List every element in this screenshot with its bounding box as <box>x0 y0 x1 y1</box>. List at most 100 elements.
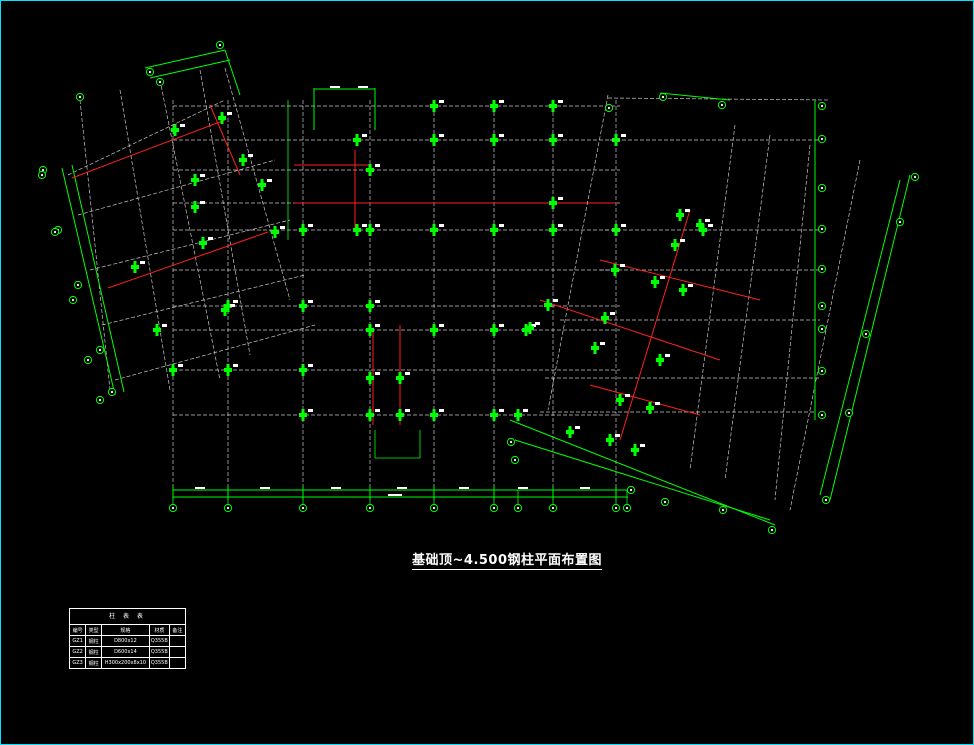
red-beam <box>71 119 226 179</box>
axis-bubble-mark <box>820 186 824 190</box>
steel-column-web <box>432 324 436 336</box>
steel-column-web <box>432 100 436 112</box>
dimension-text <box>459 487 469 489</box>
column-tag <box>535 322 540 325</box>
steel-column-web <box>223 304 227 316</box>
row-code: GZ2 <box>70 646 87 658</box>
column-tag <box>267 179 272 182</box>
axis-bubble-mark <box>53 230 57 234</box>
drawing-title: 基础顶~4.500钢柱平面布置图 <box>412 549 603 570</box>
steel-column-web <box>301 409 305 421</box>
row-note <box>168 657 185 668</box>
steel-column-web <box>226 364 230 376</box>
axis-line <box>689 124 736 471</box>
steel-column-web <box>173 124 177 136</box>
axis-line <box>224 67 291 301</box>
header-spec: 规格 <box>101 625 150 636</box>
axis-line <box>101 274 306 326</box>
column-tag <box>233 364 238 367</box>
steel-column-web <box>551 197 555 209</box>
steel-column-web <box>171 364 175 376</box>
axis-bubble-mark <box>720 103 724 107</box>
steel-column-web <box>618 394 622 406</box>
axis-bubble-mark <box>368 506 372 510</box>
axis-bubble-mark <box>492 506 496 510</box>
column-tag <box>439 224 444 227</box>
column-tag <box>558 100 563 103</box>
steel-column-web <box>568 426 572 438</box>
steel-column-web <box>551 100 555 112</box>
column-tag <box>200 201 205 204</box>
steel-column-web <box>355 134 359 146</box>
steel-column-web <box>492 324 496 336</box>
column-tag <box>499 100 504 103</box>
column-tag <box>615 434 620 437</box>
steel-column-web <box>528 322 532 334</box>
row-type: 钢柱 <box>85 657 102 668</box>
steel-column-web <box>368 164 372 176</box>
column-tag <box>208 237 213 240</box>
steel-column-web <box>613 264 617 276</box>
axis-bubble-mark <box>86 358 90 362</box>
axis-line <box>547 94 609 411</box>
steel-column-web <box>432 224 436 236</box>
steel-column-web <box>546 299 550 311</box>
column-tag <box>439 324 444 327</box>
steel-column-web <box>681 284 685 296</box>
dimension-line <box>224 49 241 96</box>
header-note: 备注 <box>168 625 185 636</box>
steel-column-web <box>241 154 245 166</box>
column-tag <box>610 312 615 315</box>
dimension-text <box>195 487 205 489</box>
column-tag <box>200 174 205 177</box>
axis-line <box>119 89 171 391</box>
red-beam <box>619 209 691 441</box>
axis-bubble-mark <box>148 70 152 74</box>
table-row: GZ2 钢柱 D600x14 Q355B <box>70 646 185 658</box>
dimension-text <box>518 487 528 489</box>
row-material: Q355B <box>148 657 170 668</box>
steel-column-web <box>516 409 520 421</box>
row-material: Q355B <box>148 646 170 658</box>
steel-column-web <box>678 209 682 221</box>
column-tag <box>375 164 380 167</box>
steel-column-web <box>658 354 662 366</box>
steel-column-web <box>301 300 305 312</box>
steel-column-web <box>492 100 496 112</box>
axis-line <box>79 99 111 391</box>
axis-bubble-mark <box>820 304 824 308</box>
steel-column-web <box>673 239 677 251</box>
dimension-text <box>397 487 407 489</box>
dimension-text <box>358 86 368 88</box>
axis-bubble-mark <box>513 458 517 462</box>
column-tag <box>405 409 410 412</box>
column-tag <box>439 134 444 137</box>
red-beam <box>589 384 701 416</box>
axis-bubble-mark <box>301 506 305 510</box>
column-tag <box>708 224 713 227</box>
axis-bubble-mark <box>516 506 520 510</box>
axis-line <box>789 159 861 511</box>
axis-bubble-mark <box>158 80 162 84</box>
column-tag <box>685 209 690 212</box>
steel-column-web <box>368 324 372 336</box>
axis-bubble-mark <box>40 173 44 177</box>
column-tag <box>621 134 626 137</box>
steel-column-web <box>551 134 555 146</box>
steel-column-web <box>201 237 205 249</box>
column-tag <box>308 300 313 303</box>
steel-column-web <box>398 409 402 421</box>
column-tag <box>362 224 367 227</box>
red-beam <box>107 231 269 289</box>
column-tag <box>553 299 558 302</box>
column-tag <box>248 154 253 157</box>
axis-bubble-mark <box>898 220 902 224</box>
header-code: 编号 <box>70 625 87 636</box>
row-code: GZ3 <box>70 657 87 668</box>
steel-column-web <box>220 112 224 124</box>
column-tag <box>625 394 630 397</box>
column-tag <box>640 444 645 447</box>
dimension-text <box>580 487 590 489</box>
axis-bubble-mark <box>820 227 824 231</box>
column-tag <box>180 124 185 127</box>
